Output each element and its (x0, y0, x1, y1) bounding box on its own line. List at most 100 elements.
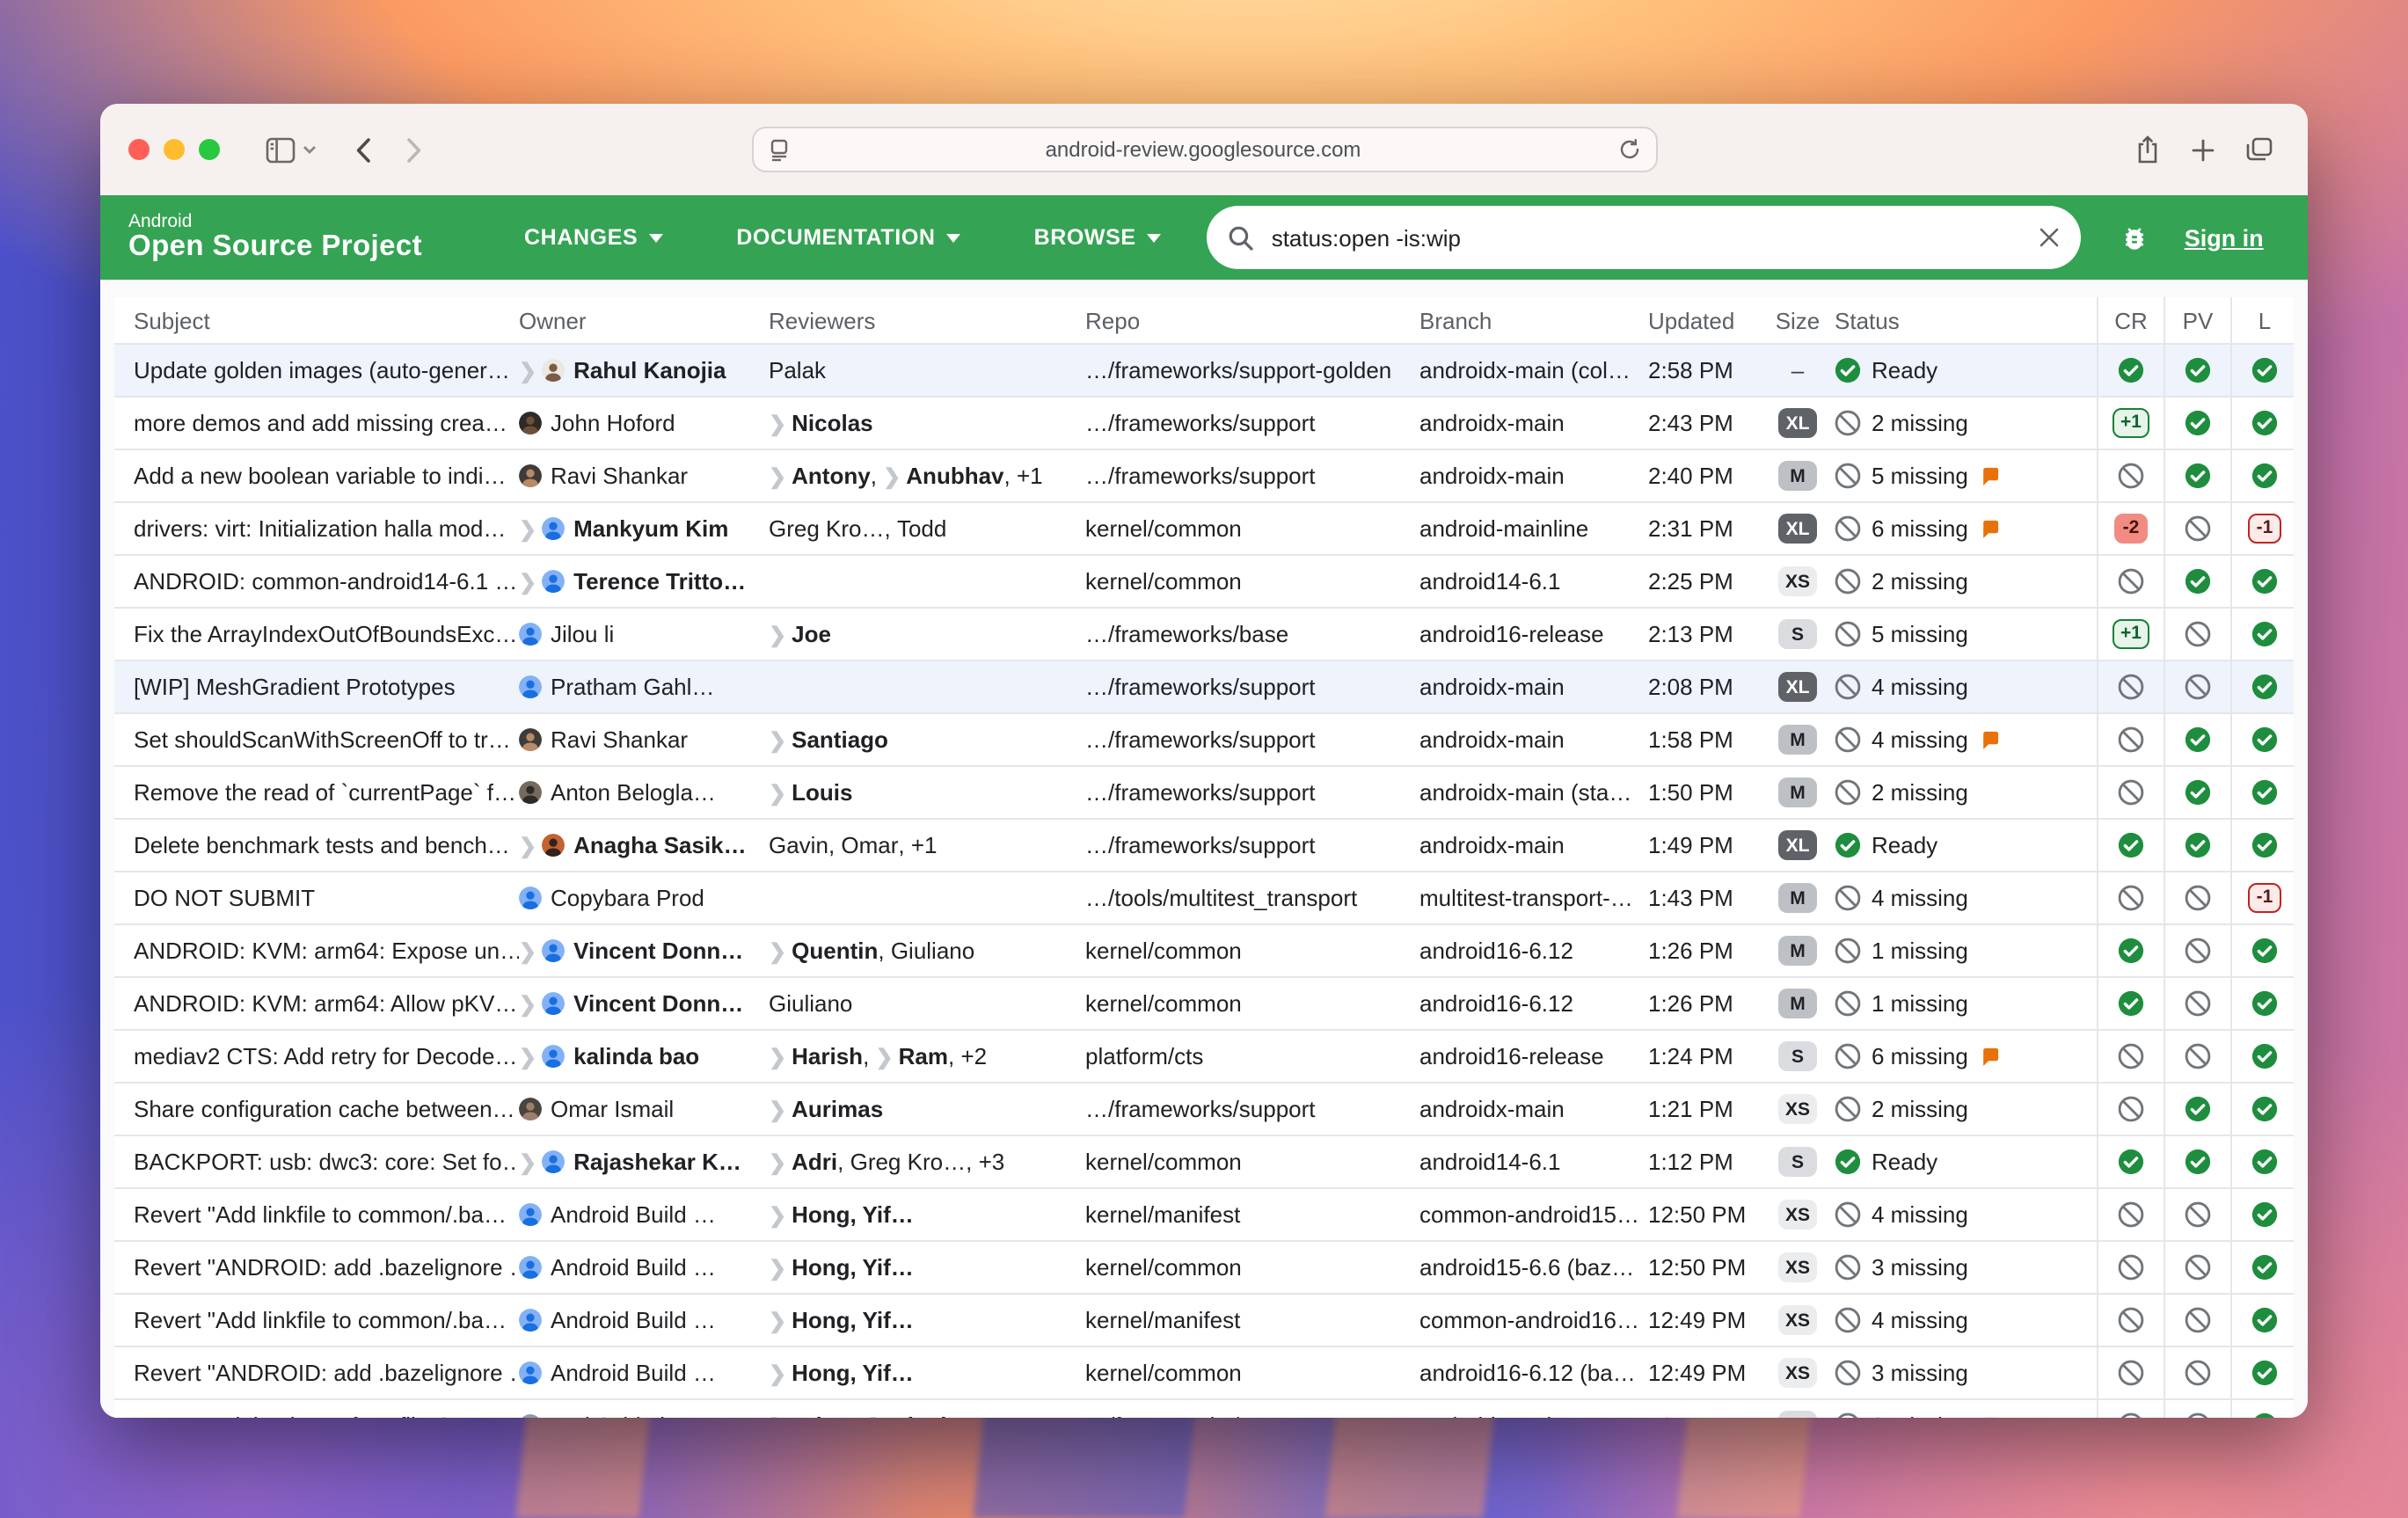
reviewer-name[interactable]: Quentin (792, 938, 878, 964)
change-branch[interactable]: android-mainline (1419, 503, 1648, 554)
change-row[interactable]: mediav2 CTS: Add retry for Decode… ❯kali… (114, 1029, 2294, 1082)
change-branch[interactable]: android16-6.12 (ba… (1419, 1347, 1648, 1398)
reviewer-name[interactable]: Giuliano (891, 938, 974, 964)
change-row[interactable]: Set shouldScanWithScreenOff to tr… Ravi … (114, 712, 2294, 765)
change-branch[interactable]: common-android15… (1419, 1189, 1648, 1240)
change-repo[interactable]: …/frameworks/support (1085, 450, 1419, 501)
reviewer-name[interactable]: Harish (792, 1043, 863, 1069)
change-branch[interactable]: android16-release (1419, 1031, 1648, 1082)
change-branch[interactable]: android16-6.12 (1419, 978, 1648, 1029)
change-branch[interactable]: common-android16… (1419, 1295, 1648, 1346)
minimize-window-button[interactable] (164, 139, 185, 160)
change-row[interactable]: Delete benchmark tests and bench… ❯Anagh… (114, 818, 2294, 871)
change-subject[interactable]: Add a new boolean variable to indi… (114, 450, 519, 501)
change-branch[interactable]: android16-6.12 (1419, 925, 1648, 976)
change-subject[interactable]: BACKPORT: usb: dwc3: core: Set fo… (114, 1136, 519, 1187)
change-row[interactable]: Fix the ArrayIndexOutOfBoundsExc… Jilou … (114, 607, 2294, 660)
reader-icon[interactable] (769, 138, 788, 161)
reviewer-name[interactable]: Louis (792, 779, 852, 806)
reviewer-name[interactable]: Omar (841, 832, 898, 858)
owner-name[interactable]: Mankyum Kim (573, 515, 728, 542)
change-subject[interactable]: Share configuration cache between… (114, 1084, 519, 1135)
change-branch[interactable]: androidx-main (1419, 714, 1648, 765)
reload-icon[interactable] (1618, 139, 1639, 160)
change-branch[interactable]: androidx-main (col… (1419, 345, 1648, 396)
change-row[interactable]: Revert "Add linkfile to common/.ba… Andr… (114, 1293, 2294, 1346)
reviewer-name[interactable]: Adri (792, 1149, 837, 1175)
change-row[interactable]: BACKPORT: usb: dwc3: core: Set fo… ❯Raja… (114, 1135, 2294, 1187)
change-row[interactable]: ANDROID: common-android14-6.1 … ❯Terence… (114, 554, 2294, 607)
owner-name[interactable]: Yuri Schimke (551, 1412, 684, 1418)
change-branch[interactable]: multitest-transport-… (1419, 872, 1648, 923)
change-subject[interactable]: Fix the ArrayIndexOutOfBoundsExc… (114, 609, 519, 660)
owner-name[interactable]: John Hoford (551, 410, 675, 436)
owner-name[interactable]: Vincent Donn… (573, 990, 743, 1017)
menu-browse[interactable]: BROWSE (1034, 225, 1161, 250)
change-subject[interactable]: Remove the read of `currentPage` f… (114, 767, 519, 818)
reviewer-name[interactable]: Hong, Yif… (792, 1360, 914, 1386)
owner-name[interactable]: Android Build … (551, 1201, 716, 1228)
change-repo[interactable]: kernel/common (1085, 1347, 1419, 1398)
share-icon[interactable] (2135, 135, 2160, 164)
change-subject[interactable]: DO NOT SUBMIT (114, 872, 519, 923)
site-logo[interactable]: Android Open Source Project (128, 213, 422, 263)
change-repo[interactable]: …/tools/multitest_transport (1085, 872, 1419, 923)
owner-name[interactable]: Rahul Kanojia (573, 357, 726, 383)
change-row[interactable]: [WIP] MeshGradient Prototypes Pratham Ga… (114, 660, 2294, 712)
change-repo[interactable]: kernel/common (1085, 503, 1419, 554)
change-repo[interactable]: kernel/common (1085, 1136, 1419, 1187)
reviewer-name[interactable]: Nicolas (792, 410, 873, 436)
search-input[interactable] (1268, 223, 2039, 252)
owner-name[interactable]: Rajashekar K… (573, 1149, 741, 1175)
owner-name[interactable]: Pratham Gahl… (551, 674, 714, 700)
change-repo[interactable]: kernel/common (1085, 925, 1419, 976)
change-branch[interactable]: androidx-main (1419, 450, 1648, 501)
change-branch[interactable]: androidx-main (1419, 1400, 1648, 1418)
change-row[interactable]: more demos and add missing crea… John Ho… (114, 396, 2294, 449)
menu-changes[interactable]: CHANGES (524, 225, 662, 250)
owner-name[interactable]: Jilou li (551, 621, 614, 647)
change-repo[interactable]: …/frameworks/support (1085, 661, 1419, 712)
change-branch[interactable]: androidx-main (1419, 1084, 1648, 1135)
change-repo[interactable]: …/frameworks/support (1085, 1400, 1419, 1418)
owner-name[interactable]: Omar Ismail (551, 1096, 674, 1122)
change-branch[interactable]: androidx-main (sta… (1419, 767, 1648, 818)
change-repo[interactable]: …/frameworks/support-golden (1085, 345, 1419, 396)
change-branch[interactable]: android14-6.1 (1419, 1136, 1648, 1187)
menu-documentation[interactable]: DOCUMENTATION (736, 225, 960, 250)
change-subject[interactable]: Revert "Add linkfile to common/.ba… (114, 1295, 519, 1346)
change-subject[interactable]: Update golden images (auto-gener… (114, 345, 519, 396)
reviewer-name[interactable]: Anubhav (906, 463, 1003, 489)
owner-name[interactable]: Anagha Sasik… (573, 832, 747, 858)
owner-name[interactable]: Ravi Shankar (551, 726, 688, 753)
change-row[interactable]: DO NOT SUBMIT Copybara Prod …/tools/mult… (114, 871, 2294, 923)
reviewer-name[interactable]: Giuliano (769, 990, 852, 1017)
change-row[interactable]: Revert "ANDROID: add .bazelignore … Andr… (114, 1346, 2294, 1398)
change-row[interactable]: Remove the read of `currentPage` f… Anto… (114, 765, 2294, 818)
change-repo[interactable]: kernel/common (1085, 1242, 1419, 1293)
reviewer-name[interactable]: Santiago (792, 726, 888, 753)
change-row[interactable]: Revert "Add linkfile to common/.ba… Andr… (114, 1187, 2294, 1240)
change-row[interactable]: Revert "ANDROID: add .bazelignore … Andr… (114, 1240, 2294, 1293)
change-subject[interactable]: ANDROID: KVM: arm64: Expose un… (114, 925, 519, 976)
change-repo[interactable]: kernel/manifest (1085, 1295, 1419, 1346)
tab-overview-icon[interactable] (2246, 137, 2273, 162)
reviewer-name[interactable]: Nicolas (891, 1412, 973, 1418)
change-subject[interactable]: more demos and add missing crea… (114, 398, 519, 449)
owner-name[interactable]: Android Build … (551, 1360, 716, 1386)
change-row[interactable]: Expose minimal set of Profile Cons… Yuri… (114, 1398, 2294, 1418)
change-repo[interactable]: …/frameworks/base (1085, 609, 1419, 660)
reviewer-name[interactable]: Hong, Yif… (792, 1254, 914, 1281)
change-subject[interactable]: Revert "ANDROID: add .bazelignore … (114, 1347, 519, 1398)
change-row[interactable]: drivers: virt: Initialization halla mod…… (114, 501, 2294, 554)
change-subject[interactable]: mediav2 CTS: Add retry for Decode… (114, 1031, 519, 1082)
change-repo[interactable]: platform/cts (1085, 1031, 1419, 1082)
change-branch[interactable]: androidx-main (1419, 661, 1648, 712)
change-branch[interactable]: android16-release (1419, 609, 1648, 660)
change-subject[interactable]: Revert "ANDROID: add .bazelignore … (114, 1242, 519, 1293)
reviewer-name[interactable]: Hong, Yif… (792, 1307, 914, 1333)
sidebar-toggle-icon[interactable] (266, 136, 296, 163)
reviewer-name[interactable]: Greg Kro… (850, 1149, 967, 1175)
sidebar-chevron-down-icon[interactable] (303, 144, 317, 155)
owner-name[interactable]: Anton Belogla… (551, 779, 716, 806)
